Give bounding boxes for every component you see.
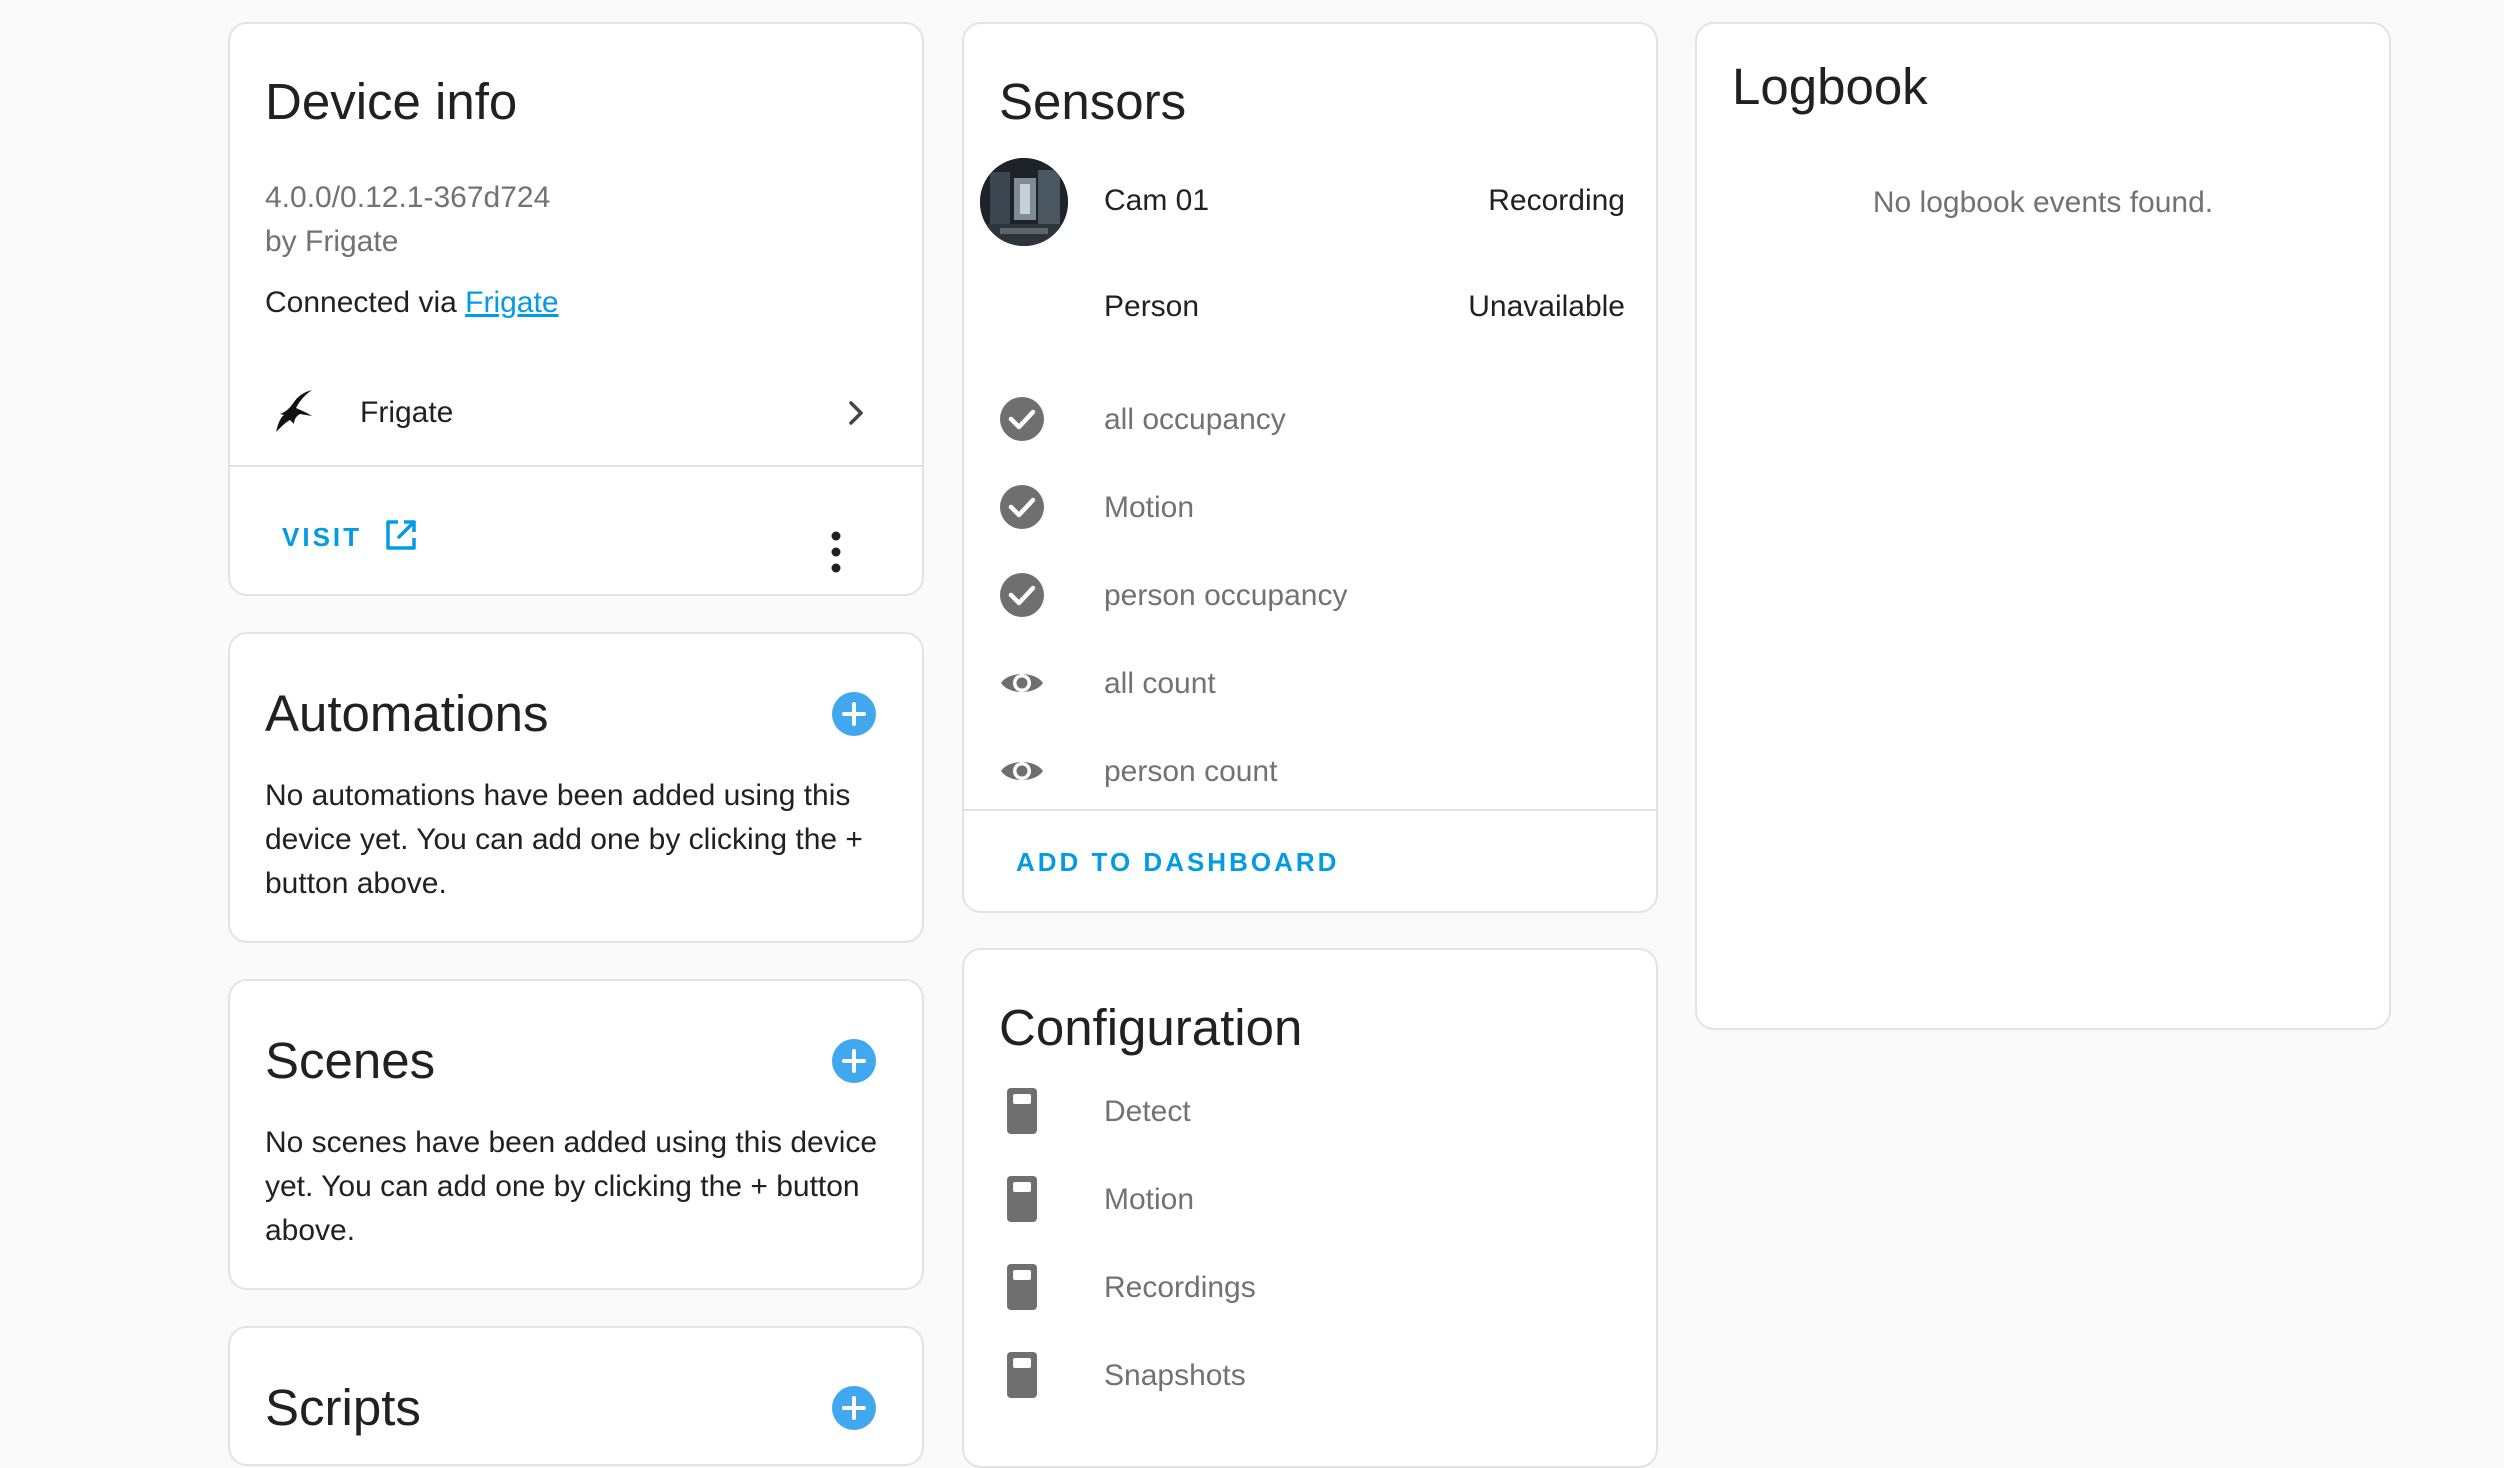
device-info-divider (230, 465, 922, 467)
configuration-title: Configuration (999, 999, 1303, 1056)
toggle-switch-icon (1007, 1264, 1037, 1310)
integration-row[interactable]: Frigate (230, 374, 922, 454)
scenes-card: Scenes No scenes have been added using t… (228, 979, 924, 1290)
config-name: Recordings (1104, 1271, 1256, 1304)
config-row-recordings[interactable]: Recordings (964, 1256, 1656, 1322)
automations-card: Automations No automations have been add… (228, 632, 924, 943)
toggle-switch-icon (1007, 1176, 1037, 1222)
config-row-snapshots[interactable]: Snapshots (964, 1344, 1656, 1410)
sensor-row-person[interactable]: Person Unavailable (964, 274, 1656, 344)
check-circle-icon (1000, 573, 1044, 617)
connected-via-label: Connected via (265, 286, 457, 319)
sensor-state: Unavailable (1468, 290, 1625, 323)
toggle-switch-icon (1007, 1088, 1037, 1134)
add-script-button[interactable] (831, 1385, 877, 1431)
sensor-row-all-count[interactable]: all count (964, 650, 1656, 716)
visit-button[interactable]: VISIT (282, 512, 418, 553)
device-info-card: Device info 4.0.0/0.12.1-367d724 by Frig… (228, 22, 924, 596)
connected-via-link[interactable]: Frigate (465, 286, 558, 319)
check-circle-icon (1000, 485, 1044, 529)
logbook-title: Logbook (1732, 58, 1928, 115)
check-circle-icon (1000, 397, 1044, 441)
sensor-name: person count (1104, 755, 1278, 788)
config-row-detect[interactable]: Detect (964, 1080, 1656, 1146)
sensor-state: Recording (1488, 184, 1625, 217)
open-in-new-icon (386, 520, 417, 550)
integration-name: Frigate (360, 396, 454, 429)
config-name: Snapshots (1104, 1359, 1246, 1392)
add-scene-button[interactable] (831, 1038, 877, 1084)
visit-label: VISIT (282, 522, 363, 552)
scripts-title: Scripts (265, 1379, 421, 1436)
automations-empty-text: No automations have been added using thi… (265, 779, 863, 900)
scenes-empty-text: No scenes have been added using this dev… (265, 1126, 878, 1247)
scenes-title: Scenes (265, 1032, 436, 1089)
frigate-bird-icon (276, 390, 312, 432)
eye-icon (1001, 674, 1043, 692)
sensor-row-motion[interactable]: Motion (964, 474, 1656, 540)
device-version: 4.0.0/0.12.1-367d724 (265, 181, 551, 214)
chevron-right-icon (849, 401, 863, 425)
scripts-card: Scripts (228, 1326, 924, 1466)
config-row-motion[interactable]: Motion (964, 1168, 1656, 1234)
sensors-card: Sensors Cam 01 Recording Person Unavaila… (962, 22, 1658, 913)
sensor-name: Person (1104, 290, 1200, 323)
config-name: Detect (1104, 1095, 1191, 1128)
eye-icon (1001, 762, 1043, 780)
automations-title: Automations (265, 685, 549, 742)
sensors-divider (964, 809, 1656, 811)
more-options-icon[interactable] (824, 530, 848, 574)
sensor-name: Motion (1104, 491, 1195, 524)
sensor-row-all-occupancy[interactable]: all occupancy (964, 386, 1656, 452)
device-info-title: Device info (265, 73, 518, 130)
camera-thumbnail (980, 158, 1068, 246)
sensor-row-person-count[interactable]: person count (964, 738, 1656, 804)
add-automation-button[interactable] (831, 691, 877, 737)
sensor-name: Cam 01 (1104, 184, 1210, 217)
camera-snapshot-image (980, 158, 1068, 246)
config-name: Motion (1104, 1183, 1195, 1216)
sensors-title: Sensors (999, 73, 1187, 130)
add-to-dashboard-button[interactable]: ADD TO DASHBOARD (1016, 847, 1339, 878)
sensor-name: all count (1104, 667, 1216, 700)
sensor-name: person occupancy (1104, 579, 1348, 612)
logbook-card: Logbook No logbook events found. (1695, 22, 2391, 1030)
toggle-switch-icon (1007, 1352, 1037, 1398)
sensor-row-camera[interactable]: Cam 01 Recording (964, 154, 1656, 254)
sensor-row-person-occupancy[interactable]: person occupancy (964, 562, 1656, 628)
device-manufacturer: by Frigate (265, 225, 399, 258)
configuration-card: Configuration Detect Motion Recordings S… (962, 948, 1658, 1468)
connected-via: Connected via Frigate (265, 286, 559, 320)
logbook-empty-message: No logbook events found. (1872, 186, 2214, 219)
sensor-name: all occupancy (1104, 403, 1286, 436)
